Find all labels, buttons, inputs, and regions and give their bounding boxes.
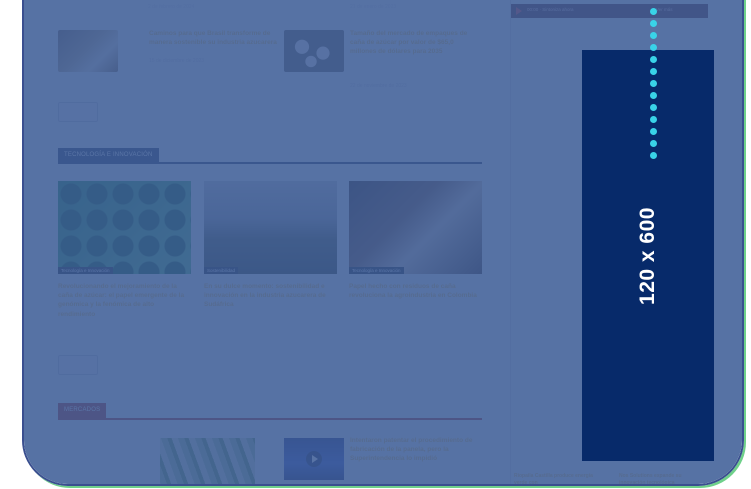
category-badge[interactable]: Tecnología e Innovación: [349, 267, 404, 274]
connector-dot: [650, 128, 657, 135]
article-thumbnail[interactable]: [58, 30, 118, 72]
article-card-image[interactable]: Tecnología e Innovación: [58, 181, 191, 274]
article-date: 21 de enero de 2023: [350, 4, 397, 10]
connector-dot: [650, 104, 657, 111]
pagination-button[interactable]: [58, 102, 98, 122]
article-date: 22 de noviembre de 2023: [350, 83, 407, 89]
play-icon[interactable]: [516, 7, 522, 15]
section-divider: [58, 418, 482, 420]
connector-dot: [650, 116, 657, 123]
article-card-title[interactable]: Papel hecho con residuos de caña revoluc…: [349, 282, 484, 300]
article-title-link[interactable]: Caminos para que Brasil transforme de ma…: [149, 29, 279, 47]
article-thumbnail[interactable]: [284, 30, 344, 72]
connector-dot: [650, 92, 657, 99]
category-badge[interactable]: Sostenibilidad: [204, 267, 239, 274]
sidebar-news-title[interactable]: Riopaila Castilla produce energía verde …: [514, 473, 604, 484]
article-card-image[interactable]: Sostenibilidad: [204, 181, 337, 274]
video-thumbnail[interactable]: [284, 438, 344, 480]
connector-dot: [650, 56, 657, 63]
article-date: 2 de febrero de 2024: [148, 4, 195, 10]
connector-dot: [650, 8, 657, 15]
article-card-title[interactable]: En su dulce momento: sostenibilidad e in…: [204, 282, 339, 310]
connector-dot: [650, 68, 657, 75]
ad-placeholder-skyscraper: 120 x 600: [582, 50, 714, 461]
connector-dot: [650, 140, 657, 147]
connector-dot: [650, 80, 657, 87]
section-header-technology[interactable]: TECNOLOGÍA E INNOVACIÓN: [58, 148, 159, 163]
article-date: 15 de diciembre de 2023: [149, 58, 205, 64]
sidebar-news-title[interactable]: Nos Solutions expande su innovación tecn…: [619, 473, 709, 484]
connector-dot: [650, 32, 657, 39]
connector-dot: [650, 44, 657, 51]
player-status: 00:00 · Sintoniza ahora: [527, 7, 574, 12]
section-divider: [58, 162, 482, 164]
article-title-link[interactable]: Tamaño del mercado de empaques de caña d…: [350, 29, 480, 56]
section-header-markets[interactable]: MERCADOS: [58, 403, 107, 418]
article-title-link[interactable]: Intentaron patentar el procedimiento de …: [350, 436, 480, 464]
article-card-image[interactable]: Tecnología e Innovación: [349, 181, 482, 274]
article-thumbnail[interactable]: [160, 438, 255, 484]
play-icon[interactable]: [306, 451, 322, 467]
player-more-link[interactable]: Ver más: [656, 7, 673, 12]
ad-size-label: 120 x 600: [636, 206, 659, 305]
connector-dot: [650, 152, 657, 159]
pagination-button[interactable]: [58, 355, 98, 375]
radio-player[interactable]: 00:00 · Sintoniza ahora Ver más: [511, 4, 708, 18]
category-badge[interactable]: Tecnología e Innovación: [58, 267, 113, 274]
article-card-title[interactable]: Revolucionando el mejoramiento de la cañ…: [58, 282, 193, 319]
connector-dot: [650, 20, 657, 27]
